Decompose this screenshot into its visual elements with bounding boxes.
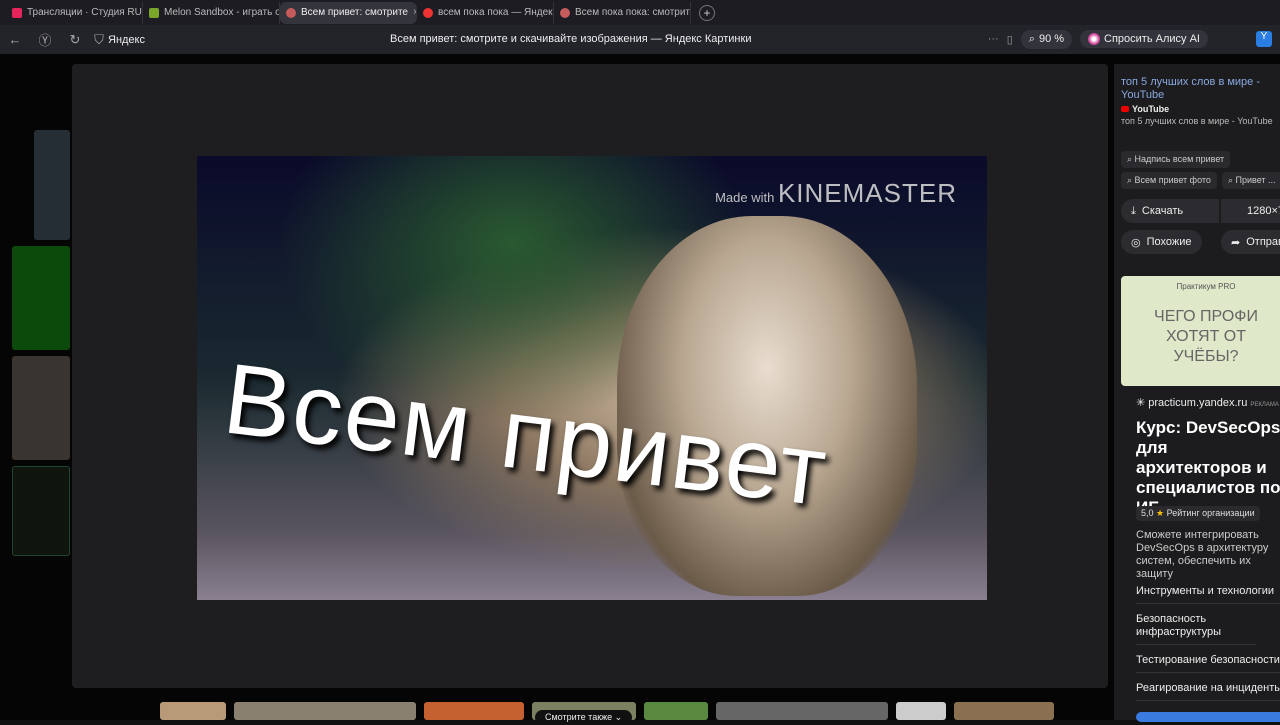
site-name[interactable]: Яндекс	[108, 34, 145, 46]
tab-active-images[interactable]: Всем привет: смотрите×	[280, 1, 417, 24]
tab-rutube[interactable]: Трансляции · Студия RUTUBE	[6, 1, 143, 24]
back-icon[interactable]: ←	[0, 32, 30, 47]
page-title[interactable]: Всем привет: смотрите и скачивайте изобр…	[390, 33, 751, 45]
share-icon: ➦	[1231, 236, 1241, 249]
related-search-chip[interactable]: ⌕ Надпись всем привет	[1121, 151, 1231, 168]
melon-favicon-icon	[149, 7, 159, 18]
share-button[interactable]: ➦Отправить	[1221, 230, 1280, 254]
tab-label: Melon Sandbox - играть онлайн	[164, 7, 279, 18]
similar-thumb[interactable]	[954, 702, 1054, 720]
youtube-icon	[1121, 106, 1129, 112]
download-button[interactable]: ⤓ Скачать	[1121, 199, 1219, 223]
similar-thumb[interactable]	[160, 702, 226, 720]
watermark: Made with KINEMASTER	[715, 178, 957, 208]
new-tab-button[interactable]: +	[699, 4, 715, 21]
tab-label: всем пока пока — Яндекс	[438, 7, 554, 18]
yandex-extension-icon[interactable]: Y	[1256, 31, 1272, 47]
source-link[interactable]: топ 5 лучших слов в мире - YouTube	[1121, 76, 1280, 102]
ad-sitelink[interactable]: Безопасность инфраструктуры	[1136, 613, 1256, 645]
images-favicon-icon	[286, 7, 296, 18]
ad-domain[interactable]: ✳ practicum.yandex.ru РЕКЛАМА	[1136, 396, 1279, 409]
similar-thumb[interactable]	[716, 702, 888, 720]
result-thumb[interactable]	[12, 466, 70, 556]
alice-icon	[1088, 33, 1101, 45]
source-subtitle: топ 5 лучших слов в мире - YouTube	[1121, 116, 1273, 126]
zoom-button[interactable]: ⌕ 90 %	[1020, 29, 1073, 49]
ad-brand: Практикум PRO	[1176, 282, 1236, 291]
similar-strip	[160, 702, 1110, 720]
tab-label: Всем привет: смотрите	[301, 7, 408, 18]
result-thumb[interactable]	[12, 356, 70, 460]
similar-button[interactable]: ◎ Похожие	[1121, 230, 1202, 254]
ad-title[interactable]: Курс: DevSecOps для архитекторов и специ…	[1136, 418, 1280, 518]
main-image[interactable]: Made with KINEMASTER Всем привет	[197, 156, 987, 600]
ad-headline: ЧЕГО ПРОФИ ХОТЯТ ОТ УЧЁБЫ?	[1154, 308, 1258, 365]
bookmark-icon[interactable]: ▯	[1007, 33, 1013, 46]
yandex-icon[interactable]: Ⓨ	[30, 30, 60, 49]
ad-banner[interactable]: Практикум PRO ЧЕГО ПРОФИ ХОТЯТ ОТ УЧЁБЫ?	[1121, 276, 1280, 386]
yandex-favicon-icon	[423, 7, 433, 18]
related-search-chip[interactable]: ⌕ Привет ...	[1222, 172, 1280, 189]
source-site[interactable]: YouTube	[1121, 104, 1280, 114]
images-favicon-icon	[560, 7, 570, 18]
ad-cta-button[interactable]	[1136, 712, 1280, 722]
similar-thumb[interactable]	[896, 702, 946, 720]
rutube-favicon-icon	[12, 7, 22, 18]
ad-sitelink[interactable]: Тестирование безопасности	[1136, 654, 1280, 673]
ad-sitelink[interactable]: Инструменты и технологии	[1136, 585, 1280, 604]
reload-icon[interactable]: ↻	[60, 32, 90, 48]
ad-sitelink[interactable]: Реагирование на инциденты	[1136, 682, 1280, 701]
similar-thumb[interactable]	[424, 702, 524, 720]
camera-search-icon: ◎	[1131, 236, 1141, 249]
tab-images-2[interactable]: Всем пока пока: смотрите	[554, 1, 691, 24]
alice-label: Спросить Алису AI	[1104, 33, 1200, 45]
tab-label: Трансляции · Студия RUTUBE	[27, 7, 142, 18]
tab-label: Всем пока пока: смотрите	[575, 7, 691, 18]
related-search-chip[interactable]: ⌕ Всем привет фото	[1121, 172, 1217, 189]
zoom-icon: ⌕	[1028, 32, 1035, 45]
download-icon: ⤓	[1131, 204, 1136, 217]
tab-melon[interactable]: Melon Sandbox - играть онлайн	[143, 1, 280, 24]
alice-button[interactable]: Спросить Алису AI	[1080, 30, 1208, 48]
size-select[interactable]: 1280×720	[1221, 199, 1280, 223]
more-icon[interactable]: ···	[988, 33, 999, 45]
tab-bar: Трансляции · Студия RUTUBE Melon Sandbox…	[0, 0, 1280, 25]
address-bar: ← Ⓨ ↻ ⛉ Яндекс Всем привет: смотрите и с…	[0, 25, 1280, 54]
result-thumb[interactable]	[34, 130, 70, 240]
ad-rating[interactable]: 5,0 ★ Рейтинг организации	[1136, 506, 1260, 521]
similar-thumb[interactable]	[234, 702, 416, 720]
results-column	[12, 130, 72, 562]
result-thumb[interactable]	[12, 246, 70, 350]
star-icon: ★	[1156, 508, 1165, 518]
shield-icon[interactable]: ⛉	[90, 32, 108, 48]
see-also-button[interactable]: Смотрите также ⌄	[535, 710, 633, 725]
ad-description: Сможете интегрировать DevSecOps в архите…	[1136, 529, 1269, 580]
tab-yandex-search[interactable]: всем пока пока — Яндекс	[417, 1, 554, 24]
similar-thumb[interactable]	[644, 702, 708, 720]
zoom-level: 90 %	[1038, 33, 1065, 45]
